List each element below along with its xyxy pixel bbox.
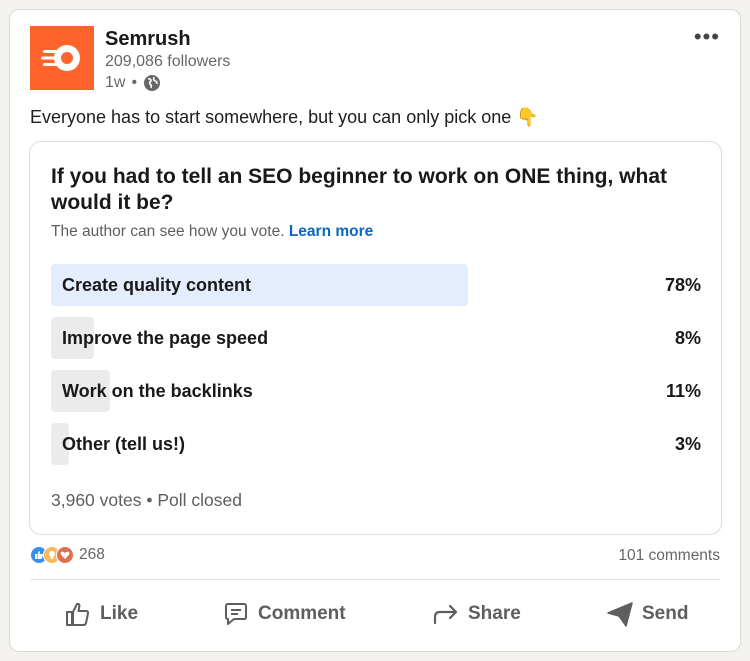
thumbs-up-icon [66,602,90,626]
poll-option-label: Other (tell us!) [62,434,186,454]
vote-count[interactable]: 3,960 votes [51,490,141,510]
reactions-summary[interactable]: 268 [30,546,105,564]
send-paper-plane-icon [607,602,633,627]
separator-dot: • [131,74,138,91]
poll-option-percent: 3% [674,434,701,454]
comments-count[interactable]: 101 comments [618,547,720,565]
semrush-logo-avatar[interactable] [30,26,94,90]
poll: If you had to tell an SEO beginner to wo… [29,141,722,535]
poll-option[interactable]: Other (tell us!) 3% [51,423,701,465]
poll-note-text: The author can see how you vote. [51,223,285,240]
reaction-count: 268 [79,546,105,563]
send-label: Send [642,603,689,624]
poll-visibility-note: The author can see how you vote. Learn m… [51,223,373,241]
globe-icon [144,75,161,91]
divider [30,579,720,580]
poll-option-label: Improve the page speed [62,328,269,348]
poll-question: If you had to tell an SEO beginner to wo… [51,165,668,214]
poll-option-percent: 11% [665,381,701,401]
more-options-icon[interactable]: ••• [694,26,720,48]
separator-dot: • [146,490,153,510]
share-label: Share [468,603,521,624]
like-button[interactable]: Like [64,600,138,628]
send-button[interactable]: Send [606,600,688,628]
like-label: Like [100,603,139,624]
post-card: Semrush 209,086 followers 1w • ••• Every… [9,9,741,652]
post-text: Everyone has to start somewhere, but you… [30,107,539,127]
post-meta: 1w • [105,74,161,92]
follower-count: 209,086 followers [105,53,231,70]
poll-option-label: Work on the backlinks [62,381,253,401]
comment-label: Comment [258,603,346,624]
poll-option[interactable]: Work on the backlinks 11% [51,370,701,412]
comment-button[interactable]: Comment [222,600,346,628]
post-time: 1w [105,74,126,91]
learn-more-link[interactable]: Learn more [289,223,373,240]
comment-icon [225,603,247,625]
poll-option-percent: 8% [674,328,701,348]
poll-status: Poll closed [157,490,243,510]
poll-option[interactable]: Improve the page speed 8% [51,317,701,359]
poll-option-label: Create quality content [62,275,252,295]
semrush-logo-icon [41,45,80,71]
poll-option[interactable]: Create quality content 78% [51,264,701,306]
poll-option-percent: 78% [664,275,701,295]
love-reaction-icon [56,546,74,564]
share-arrow-icon [433,604,458,625]
share-button[interactable]: Share [432,600,521,628]
author-name[interactable]: Semrush [105,28,191,51]
poll-footer: 3,960 votes • Poll closed [51,490,242,511]
